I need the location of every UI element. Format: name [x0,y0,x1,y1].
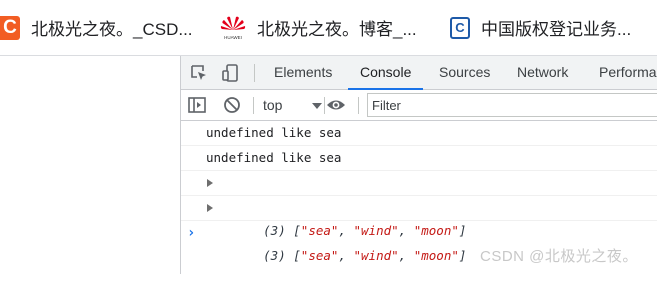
toolbar-divider [253,97,254,114]
svg-text:HUAWEI: HUAWEI [224,35,242,40]
console-log-message: undefined like sea [181,146,657,171]
tab-console[interactable]: Console [347,56,424,90]
csdn-icon: C [0,15,20,40]
console-messages: undefined like sea undefined like sea (3… [181,121,657,263]
watermark: CSDN @北极光之夜。 [480,248,638,265]
chevron-down-icon[interactable] [312,103,322,109]
filter-input[interactable] [367,93,657,117]
bookmark-label: 中国版权登记业务... [481,20,632,39]
console-array-message[interactable]: (3) ["sea", "wind", "moon"] [181,196,657,263]
show-sidebar-icon[interactable] [187,95,207,115]
clear-console-icon[interactable] [222,95,242,115]
expand-arrow-icon[interactable] [207,179,213,187]
expand-arrow-icon[interactable] [207,204,213,212]
context-selector[interactable]: top [263,90,282,120]
bookmark-label: 北极光之夜。_CSD... [31,20,193,39]
prompt-caret-icon: › [187,225,196,241]
toolbar-divider [358,97,359,114]
tab-sources[interactable]: Sources [439,56,490,89]
bookmark-label: 北极光之夜。博客_... [257,20,417,39]
bookmark-huawei[interactable]: HUAWEI 北极光之夜。博客_... [220,0,430,55]
cpcc-icon: C [450,16,470,39]
live-expression-eye-icon[interactable] [325,95,347,115]
console-prompt[interactable]: › [181,221,657,245]
tab-elements[interactable]: Elements [274,56,332,89]
huawei-icon: HUAWEI [220,14,246,42]
console-array-message[interactable]: (3) ["sea", "wind", "moon"] [181,171,657,238]
console-toolbar: top [181,90,657,121]
tab-performance[interactable]: Performa [599,56,657,89]
bookmark-cpcc[interactable]: C 中国版权登记业务... [450,0,657,55]
toolbar-divider [254,64,255,82]
devtools-panel: Elements Console Sources Network Perform… [180,56,657,274]
page-content [0,56,180,274]
bookmarks-bar: C 北极光之夜。_CSD... HUAWEI 北极光之夜。博客_... C 中国… [0,0,657,56]
device-toolbar-icon[interactable] [221,63,241,83]
bookmark-csdn[interactable]: C 北极光之夜。_CSD... [0,0,210,55]
console-log-message: undefined like sea [181,121,657,146]
tab-network[interactable]: Network [517,56,568,89]
inspect-element-icon[interactable] [189,63,209,83]
devtools-tab-bar: Elements Console Sources Network Perform… [181,56,657,90]
